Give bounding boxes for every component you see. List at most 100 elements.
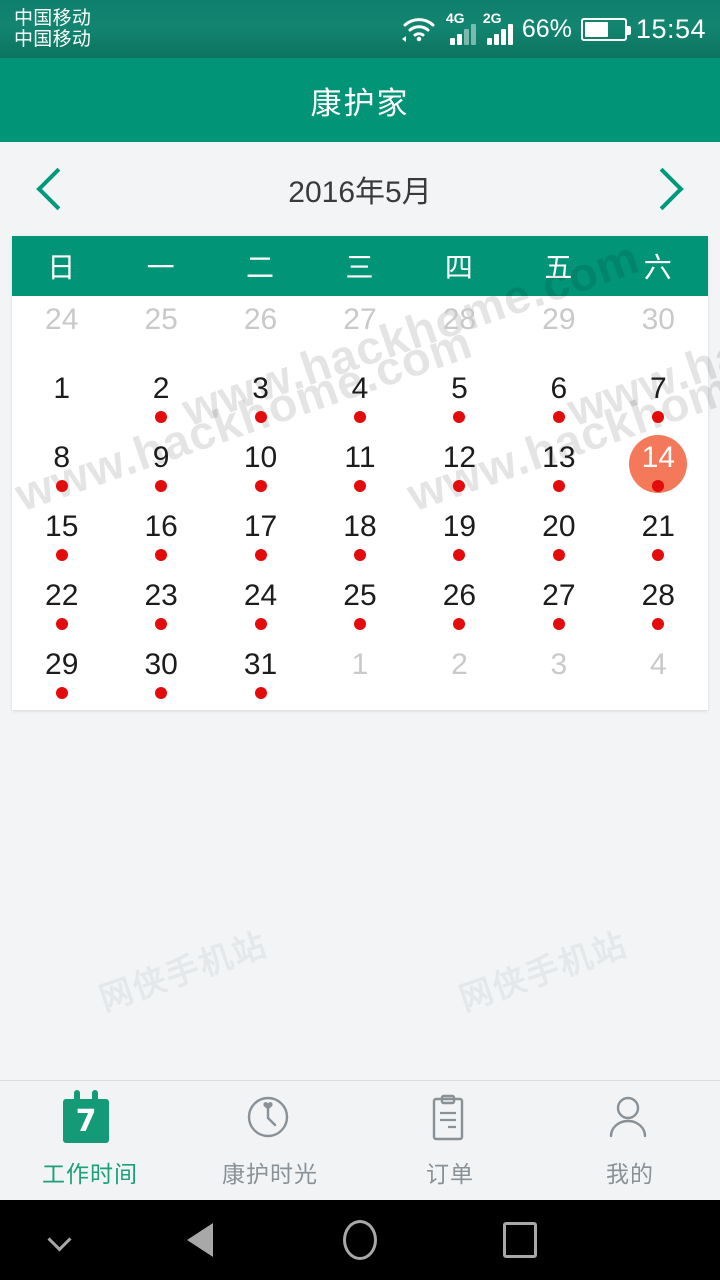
day-number: 22	[45, 579, 79, 612]
day-number: 9	[152, 441, 170, 474]
recents-square-icon[interactable]	[480, 1200, 560, 1280]
android-navigation-bar	[0, 1200, 720, 1280]
calendar-day[interactable]: 24	[211, 572, 310, 641]
day-number: 27	[542, 579, 576, 612]
chevron-left-icon[interactable]	[30, 166, 76, 212]
network-label-2g: 2G	[482, 10, 502, 26]
calendar-day[interactable]: 6	[509, 365, 608, 434]
calendar-day[interactable]: 1	[12, 365, 111, 434]
calendar-day[interactable]: 5	[410, 365, 509, 434]
calendar-day[interactable]: 20	[509, 503, 608, 572]
event-dot	[55, 687, 68, 699]
day-number: 16	[144, 510, 178, 543]
calendar-day[interactable]: 29	[12, 641, 111, 710]
calendar-icon: 7	[63, 1090, 117, 1146]
tab-clock-heart[interactable]: 康护时光	[180, 1092, 360, 1189]
calendar-day[interactable]: 29	[509, 296, 608, 365]
person-icon	[603, 1092, 657, 1146]
day-number: 30	[144, 648, 178, 681]
calendar-day[interactable]: 12	[410, 434, 509, 503]
event-dot	[155, 411, 168, 423]
day-number: 10	[243, 441, 278, 474]
calendar-day[interactable]: 17	[211, 503, 310, 572]
day-number: 29	[542, 303, 576, 336]
calendar-day[interactable]: 21	[609, 503, 708, 572]
bottom-tab-bar: 7 工作时间 康护时光 订单 我的	[0, 1080, 720, 1200]
calendar-day[interactable]: 3	[509, 641, 608, 710]
month-label: 2016年5月	[288, 176, 432, 209]
calendar-day[interactable]: 28	[410, 296, 509, 365]
calendar-day[interactable]: 15	[12, 503, 111, 572]
event-dot	[453, 549, 466, 561]
calendar-day[interactable]: 4	[609, 641, 708, 710]
event-dot	[652, 618, 665, 630]
day-number: 6	[550, 372, 568, 405]
day-number: 19	[442, 510, 477, 543]
tab-label: 订单	[426, 1161, 474, 1187]
event-dot	[353, 480, 366, 492]
event-dot	[55, 618, 68, 630]
calendar-day[interactable]: 13	[509, 434, 608, 503]
home-circle-icon[interactable]	[320, 1200, 400, 1280]
weekday-2: 二	[246, 252, 276, 283]
calendar-day[interactable]: 30	[609, 296, 708, 365]
day-number: 25	[343, 579, 377, 612]
day-number: 4	[649, 648, 667, 681]
day-number: 3	[252, 372, 269, 405]
calendar-day[interactable]: 23	[111, 572, 210, 641]
calendar-day[interactable]: 4	[310, 365, 409, 434]
calendar-day[interactable]: 9	[111, 434, 210, 503]
event-dot	[353, 618, 366, 630]
calendar-day[interactable]: 16	[111, 503, 210, 572]
status-icons: 4G 2G 66% 15:54	[399, 10, 706, 45]
event-dot	[453, 618, 466, 630]
calendar-day[interactable]: 8	[12, 434, 111, 503]
calendar-day[interactable]: 26	[410, 572, 509, 641]
event-dot	[652, 411, 665, 423]
calendar-day[interactable]: 30	[111, 641, 210, 710]
tab-person[interactable]: 我的	[540, 1092, 720, 1189]
day-number: 11	[344, 441, 376, 474]
day-number: 29	[45, 648, 79, 681]
calendar-day[interactable]: 3	[211, 365, 310, 434]
event-dot	[453, 480, 466, 492]
battery-percent: 66%	[521, 14, 572, 43]
weekday-3: 三	[345, 252, 375, 283]
tab-calendar[interactable]: 7 工作时间	[0, 1090, 180, 1189]
back-triangle-icon[interactable]	[160, 1200, 240, 1280]
calendar-day[interactable]: 2	[410, 641, 509, 710]
tab-label: 康护时光	[222, 1161, 318, 1187]
calendar-day[interactable]: 7	[609, 365, 708, 434]
day-number: 3	[550, 648, 568, 681]
calendar-day[interactable]: 31	[211, 641, 310, 710]
day-number: 28	[641, 579, 675, 612]
calendar-day[interactable]: 1	[310, 641, 409, 710]
calendar-day[interactable]: 28	[609, 572, 708, 641]
network-label-4g: 4G	[445, 10, 465, 26]
calendar-day[interactable]: 24	[12, 296, 111, 365]
calendar-day[interactable]: 25	[111, 296, 210, 365]
day-number: 23	[144, 579, 178, 612]
app-header: 康护家	[0, 58, 720, 142]
tab-label: 我的	[606, 1161, 654, 1187]
event-dot	[552, 411, 565, 423]
tab-clipboard[interactable]: 订单	[360, 1092, 540, 1189]
chevron-down-icon[interactable]	[30, 1200, 90, 1280]
calendar-day[interactable]: 25	[310, 572, 409, 641]
calendar-day[interactable]: 26	[211, 296, 310, 365]
clipboard-icon	[423, 1092, 477, 1146]
weekday-5: 五	[544, 252, 574, 283]
calendar-day[interactable]: 27	[509, 572, 608, 641]
calendar-day-selected[interactable]: 14	[609, 434, 708, 503]
calendar-day[interactable]: 22	[12, 572, 111, 641]
calendar-grid[interactable]: 24 25 26 27 28 29 30 1 2 3 4 5 6 7 8 9 10 11 12 13 14 15 16 17 1…	[12, 296, 708, 710]
calendar-day[interactable]: 10	[211, 434, 310, 503]
day-number: 13	[542, 441, 576, 474]
chevron-right-icon[interactable]	[644, 166, 690, 212]
calendar-day[interactable]: 11	[310, 434, 409, 503]
calendar-day[interactable]: 27	[310, 296, 409, 365]
calendar-day[interactable]: 2	[111, 365, 210, 434]
calendar-day[interactable]: 18	[310, 503, 409, 572]
calendar-day[interactable]: 19	[410, 503, 509, 572]
event-dot	[552, 480, 565, 492]
